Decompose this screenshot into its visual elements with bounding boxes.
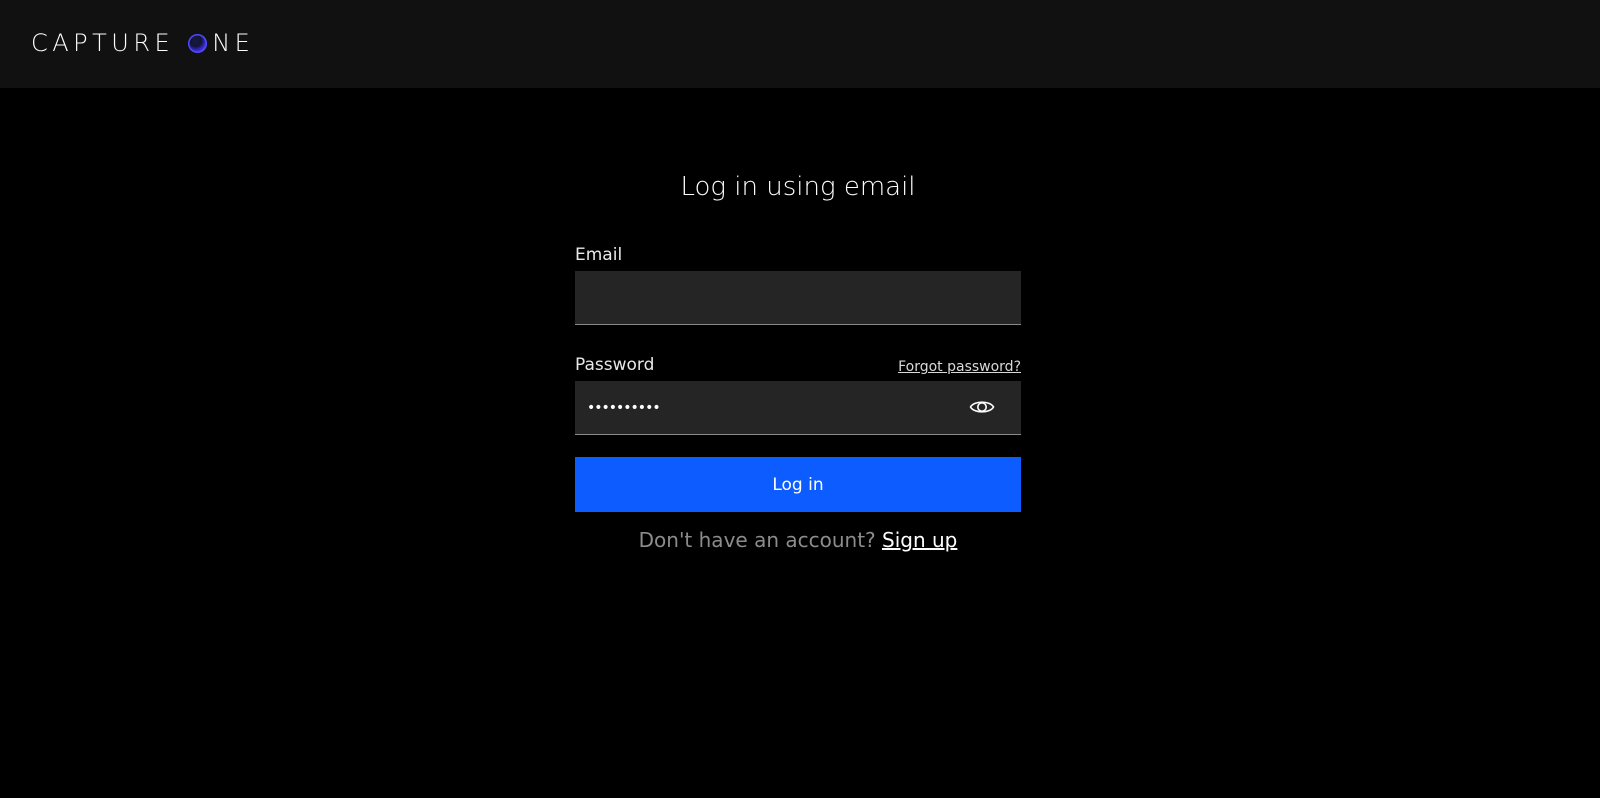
login-form: Log in using email Email Password Forgot… [575,160,1021,552]
orb-o-icon [188,33,208,53]
forgot-password-link[interactable]: Forgot password? [898,359,1021,375]
signup-link[interactable]: Sign up [882,528,957,552]
capture-one-logo[interactable]: CAPTURE NE [31,28,254,58]
email-label: Email [575,245,623,265]
password-field[interactable]: •••••••••• [575,381,1021,435]
email-field[interactable] [575,271,1021,325]
signup-prompt: Don't have an account? Sign up [575,528,1021,552]
password-value: •••••••••• [587,399,661,416]
top-bar: CAPTURE NE [0,0,1600,88]
login-button[interactable]: Log in [575,457,1021,512]
logo-word-ne: NE [212,29,255,57]
eye-icon[interactable] [969,396,995,418]
password-label: Password [575,355,655,375]
no-account-text: Don't have an account? [638,528,876,552]
page-title: Log in using email [680,172,916,202]
logo-word-capture: CAPTURE [31,29,175,57]
